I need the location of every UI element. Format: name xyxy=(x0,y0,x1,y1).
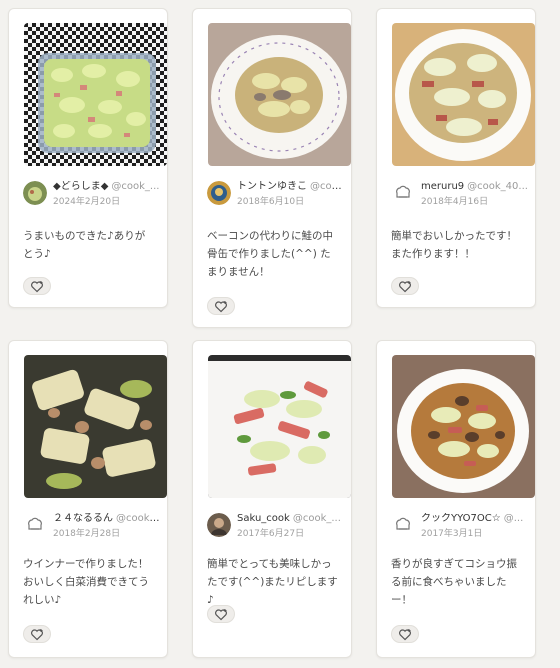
author-handle[interactable]: @coo... xyxy=(310,181,347,192)
author-name[interactable]: トントンゆきこ xyxy=(237,181,307,192)
post-date: 2018年4月16日 xyxy=(421,197,489,207)
post-date: 2017年3月1日 xyxy=(421,529,483,539)
chef-hat-icon[interactable] xyxy=(23,513,47,537)
like-button[interactable] xyxy=(207,605,235,623)
cabbage-mushroom-bowl-photo xyxy=(392,355,535,498)
dish-photo[interactable] xyxy=(392,23,535,166)
dish-photo[interactable] xyxy=(392,355,535,498)
post-date: 2024年2月20日 xyxy=(53,197,121,207)
food-photo-avatar[interactable] xyxy=(207,181,231,205)
tsukurepo-card[interactable]: meruru9 @cook_40... 2018年4月16日 簡単でおいしかったで… xyxy=(376,8,536,308)
person-photo-avatar[interactable] xyxy=(207,513,231,537)
comment-text: ウインナーで作りました！おいしく白菜消費できてうれしい♪ xyxy=(23,558,149,606)
author-name[interactable]: meruru9 xyxy=(421,181,464,192)
author-row[interactable]: Saku_cook @cook_... 2017年6月27日 xyxy=(207,513,347,540)
heart-plus-icon xyxy=(215,608,227,620)
cabbage-salmon-plate-photo xyxy=(208,23,351,166)
heart-plus-icon xyxy=(399,280,411,292)
food-photo-avatar[interactable] xyxy=(23,181,47,205)
post-date: 2017年6月27日 xyxy=(237,529,305,539)
author-name[interactable]: ◆どらしま◆ xyxy=(53,181,108,192)
author-row[interactable]: ◆どらしま◆ @cook_... 2024年2月20日 xyxy=(23,181,163,208)
chef-hat-icon[interactable] xyxy=(391,513,415,537)
tsukurepo-card[interactable]: ◆どらしま◆ @cook_... 2024年2月20日 うまいものできた♪ありがと… xyxy=(8,8,168,308)
author-row[interactable]: meruru9 @cook_40... 2018年4月16日 xyxy=(391,181,531,208)
comment-text: 簡単でとっても美味しかったです(^^)またリピします♪ xyxy=(207,558,338,606)
author-handle[interactable]: @cook_... xyxy=(111,181,159,192)
like-button[interactable] xyxy=(23,625,51,643)
author-handle[interactable]: @... xyxy=(504,513,524,524)
heart-plus-icon xyxy=(399,628,411,640)
like-button[interactable] xyxy=(391,277,419,295)
author-row[interactable]: クックYYO7OC☆ @... 2017年3月1日 xyxy=(391,513,531,540)
cabbage-bacon-stirfry-photo xyxy=(208,355,351,498)
cabbage-sausage-photo xyxy=(24,355,167,498)
author-name[interactable]: Saku_cook xyxy=(237,513,290,524)
post-date: 2018年6月10日 xyxy=(237,197,305,207)
dish-photo[interactable] xyxy=(208,355,351,498)
dish-photo[interactable] xyxy=(208,23,351,166)
like-button[interactable] xyxy=(207,297,235,315)
like-button[interactable] xyxy=(23,277,51,295)
cabbage-bacon-white-plate-photo xyxy=(392,23,535,166)
author-name[interactable]: クックYYO7OC☆ xyxy=(421,513,501,524)
author-handle[interactable]: @cook_40... xyxy=(467,181,528,192)
author-row[interactable]: ２４なるるん @cook_... 2018年2月28日 xyxy=(23,513,163,540)
comment-text: うまいものできた♪ありがとう♪ xyxy=(23,230,146,260)
tsukurepo-card[interactable]: クックYYO7OC☆ @... 2017年3月1日 香りが良すぎてコショウ振る前に… xyxy=(376,340,536,658)
post-date: 2018年2月28日 xyxy=(53,529,121,539)
heart-plus-icon xyxy=(31,628,43,640)
chef-hat-icon[interactable] xyxy=(391,181,415,205)
tsukurepo-card[interactable]: ２４なるるん @cook_... 2018年2月28日 ウインナーで作りました！お… xyxy=(8,340,168,658)
heart-plus-icon xyxy=(215,300,227,312)
cabbage-bacon-glass-dish-photo xyxy=(24,23,167,166)
comment-text: 簡単でおいしかったです！また作ります！！ xyxy=(391,230,517,260)
author-row[interactable]: トントンゆきこ @coo... 2018年6月10日 xyxy=(207,181,347,208)
like-button[interactable] xyxy=(391,625,419,643)
author-handle[interactable]: @cook_... xyxy=(116,513,163,524)
tsukurepo-card[interactable]: Saku_cook @cook_... 2017年6月27日 簡単でとっても美味し… xyxy=(192,340,352,658)
comment-text: ベーコンの代わりに鮭の中骨缶で作りました(^^) たまりません！ xyxy=(207,230,333,278)
author-name[interactable]: ２４なるるん xyxy=(53,513,113,524)
dish-photo[interactable] xyxy=(24,23,167,166)
heart-plus-icon xyxy=(31,280,43,292)
author-handle[interactable]: @cook_... xyxy=(293,513,341,524)
tsukurepo-card[interactable]: トントンゆきこ @coo... 2018年6月10日 ベーコンの代わりに鮭の中骨缶… xyxy=(192,8,352,328)
dish-photo[interactable] xyxy=(24,355,167,498)
comment-text: 香りが良すぎてコショウ振る前に食べちゃいましたー！ xyxy=(391,558,517,606)
